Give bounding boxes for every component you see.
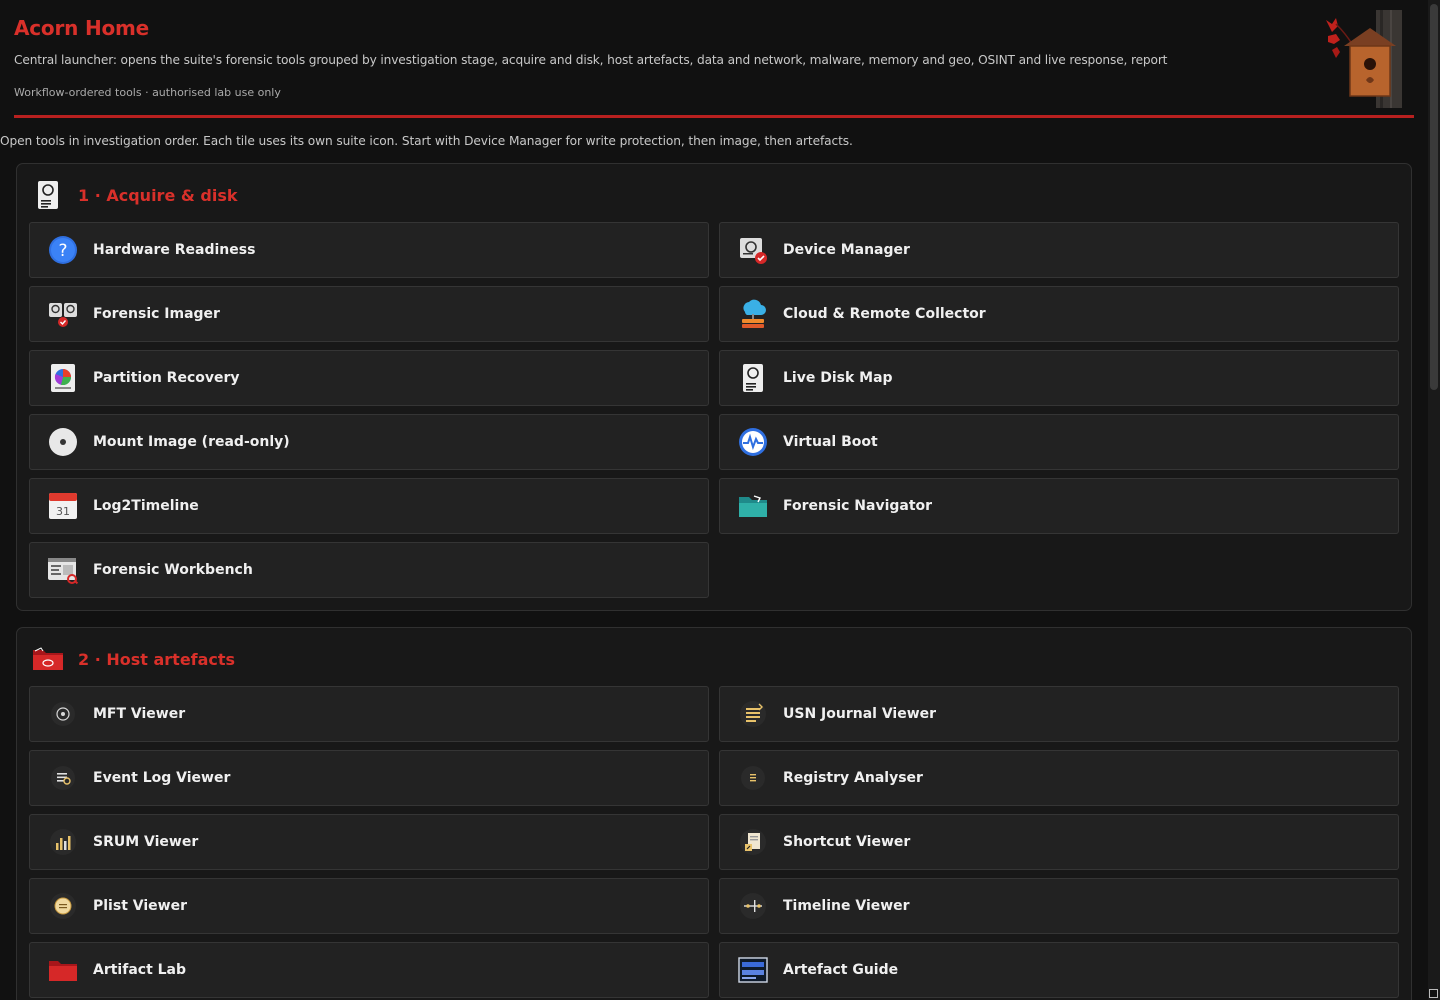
svg-text:?: ?: [58, 241, 67, 261]
tile-timeline-viewer[interactable]: Timeline Viewer: [719, 878, 1399, 934]
tile-forensic-navigator[interactable]: Forensic Navigator: [719, 478, 1399, 534]
cloud-icon: [736, 297, 770, 331]
mft-icon: [46, 697, 80, 731]
pulse-icon: [736, 425, 770, 459]
section-title: 2 · Host artefacts: [78, 649, 236, 669]
question-icon: ?: [46, 233, 80, 267]
tile-artefact-guide[interactable]: Artefact Guide: [719, 942, 1399, 998]
tile-event-log-viewer[interactable]: Event Log Viewer: [29, 750, 709, 806]
section-header: 1 · Acquire & disk: [31, 178, 237, 212]
tile-label: Shortcut Viewer: [783, 834, 911, 850]
page-subtitle: Central launcher: opens the suite's fore…: [14, 53, 1168, 67]
journal-icon: [736, 697, 770, 731]
registry-icon: [736, 761, 770, 795]
tile-label: Hardware Readiness: [93, 242, 256, 258]
tile-partition-recovery[interactable]: Partition Recovery: [29, 350, 709, 406]
tile-label: Artifact Lab: [93, 962, 187, 978]
partition-icon: [46, 361, 80, 395]
header: Acorn Home Central launcher: opens the s…: [14, 0, 1414, 118]
folder-icon: [736, 489, 770, 523]
bar-chart-icon: [46, 825, 80, 859]
tile-artifact-lab[interactable]: Artifact Lab: [29, 942, 709, 998]
plist-icon: [46, 889, 80, 923]
tile-plist-viewer[interactable]: Plist Viewer: [29, 878, 709, 934]
timeline-icon: [736, 889, 770, 923]
tile-label: Live Disk Map: [783, 370, 893, 386]
tile-label: Cloud & Remote Collector: [783, 306, 986, 322]
tile-live-disk-map[interactable]: Live Disk Map: [719, 350, 1399, 406]
tile-label: Virtual Boot: [783, 434, 878, 450]
drive-icon: [736, 361, 770, 395]
tile-label: MFT Viewer: [93, 706, 186, 722]
tile-label: USN Journal Viewer: [783, 706, 937, 722]
shortcut-icon: [736, 825, 770, 859]
page-title: Acorn Home: [14, 16, 150, 40]
device-shield-icon: [736, 233, 770, 267]
tile-registry-analyser[interactable]: Registry Analyser: [719, 750, 1399, 806]
svg-text:31: 31: [56, 505, 70, 518]
tile-virtual-boot[interactable]: Virtual Boot: [719, 414, 1399, 470]
calendar-icon: 31: [46, 489, 80, 523]
tile-usn-journal-viewer[interactable]: USN Journal Viewer: [719, 686, 1399, 742]
tile-label: SRUM Viewer: [93, 834, 199, 850]
tile-label: Mount Image (read-only): [93, 434, 290, 450]
tile-label: Log2Timeline: [93, 498, 199, 514]
intro-text: Open tools in investigation order. Each …: [0, 134, 853, 148]
drive-icon: [31, 178, 65, 212]
guide-icon: [736, 953, 770, 987]
section-title: 1 · Acquire & disk: [78, 185, 238, 205]
tile-label: Forensic Imager: [93, 306, 220, 322]
tile-forensic-workbench[interactable]: Forensic Workbench: [29, 542, 709, 598]
section-header: 2 · Host artefacts: [31, 642, 235, 676]
tile-label: Timeline Viewer: [783, 898, 910, 914]
tile-device-manager[interactable]: Device Manager: [719, 222, 1399, 278]
tile-log2timeline[interactable]: 31 Log2Timeline: [29, 478, 709, 534]
tile-forensic-imager[interactable]: Forensic Imager: [29, 286, 709, 342]
section-host-artefacts: 2 · Host artefacts MFT Viewer USN Journa…: [16, 627, 1412, 1000]
red-folder-icon: [31, 642, 65, 676]
tile-hardware-readiness[interactable]: ? Hardware Readiness: [29, 222, 709, 278]
tile-label: Forensic Workbench: [93, 562, 253, 578]
tile-mount-image[interactable]: Mount Image (read-only): [29, 414, 709, 470]
tile-label: Registry Analyser: [783, 770, 923, 786]
workbench-icon: [46, 553, 80, 587]
resize-grip-icon[interactable]: [1429, 989, 1438, 998]
disc-icon: [46, 425, 80, 459]
tile-label: Event Log Viewer: [93, 770, 231, 786]
tile-shortcut-viewer[interactable]: Shortcut Viewer: [719, 814, 1399, 870]
tile-label: Forensic Navigator: [783, 498, 933, 514]
section-acquire-disk: 1 · Acquire & disk ? Hardware Readiness …: [16, 163, 1412, 611]
imager-icon: [46, 297, 80, 331]
red-folder-icon: [46, 953, 80, 987]
tile-mft-viewer[interactable]: MFT Viewer: [29, 686, 709, 742]
page-tagline: Workflow-ordered tools · authorised lab …: [14, 86, 281, 99]
vertical-scrollbar[interactable]: [1428, 0, 1440, 1000]
event-log-icon: [46, 761, 80, 795]
tile-label: Partition Recovery: [93, 370, 240, 386]
tile-cloud-remote-collector[interactable]: Cloud & Remote Collector: [719, 286, 1399, 342]
tile-label: Device Manager: [783, 242, 910, 258]
birdhouse-logo-icon: [1326, 10, 1402, 108]
tile-srum-viewer[interactable]: SRUM Viewer: [29, 814, 709, 870]
scrollbar-thumb[interactable]: [1430, 4, 1438, 390]
tile-label: Artefact Guide: [783, 962, 899, 978]
tile-label: Plist Viewer: [93, 898, 187, 914]
